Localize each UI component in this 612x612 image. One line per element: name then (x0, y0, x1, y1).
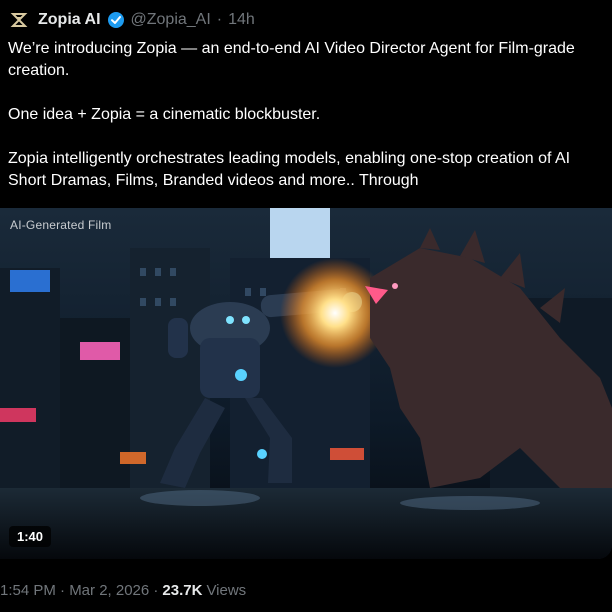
tweet-paragraph-1: We’re introducing Zopia — an end-to-end … (8, 40, 575, 79)
ai-generated-label: AI-Generated Film (10, 218, 112, 232)
tweet-timestamp[interactable]: 1:54 PM · Mar 2, 2026 · (0, 582, 158, 599)
video-duration-badge: 1:40 (9, 526, 52, 547)
tweet-paragraph-2: One idea + Zopia = a cinematic blockbust… (8, 106, 321, 123)
tweet-header: Zopia AI @Zopia_AI · 14h (10, 8, 255, 32)
tweet-time[interactable]: 14h (228, 11, 255, 29)
author-name[interactable]: Zopia AI (38, 11, 101, 29)
views-count: 23.7K (162, 581, 203, 599)
tweet-text: We’re introducing Zopia — an end-to-end … (8, 38, 606, 192)
author-handle[interactable]: @Zopia_AI (131, 11, 211, 29)
views-label: Views (206, 581, 247, 599)
video-frame-image (0, 208, 612, 559)
separator-dot: · (216, 11, 223, 28)
tweet-paragraph-3: Zopia intelligently orchestrates leading… (8, 150, 571, 189)
video-player[interactable]: AI-Generated Film 1:40 (0, 208, 612, 559)
tweet-meta: 1:54 PM · Mar 2, 2026 · 23.7K Views (0, 580, 246, 600)
verified-badge-icon (107, 11, 125, 29)
zopia-logo-icon[interactable] (10, 11, 28, 29)
